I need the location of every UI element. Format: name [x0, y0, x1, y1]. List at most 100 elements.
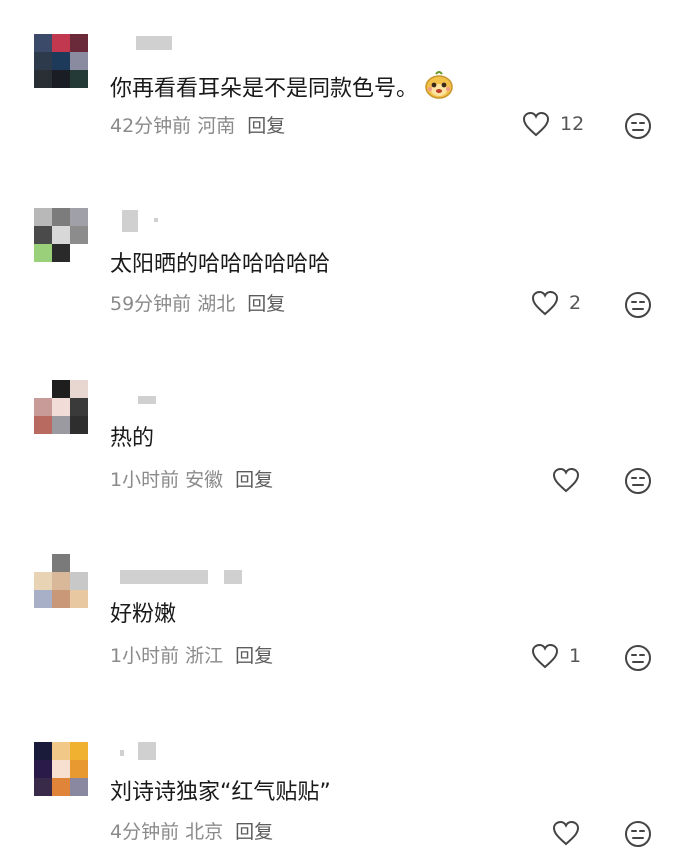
avatar-pixel — [34, 244, 52, 262]
avatar-pixel — [70, 52, 88, 70]
avatar-pixel — [70, 208, 88, 226]
heart-icon — [531, 290, 559, 316]
avatar-pixel — [70, 554, 88, 572]
avatar-pixel — [70, 244, 88, 262]
avatar-pixel — [70, 34, 88, 52]
smiling-face-emoji-icon — [424, 70, 454, 109]
avatar[interactable] — [34, 554, 88, 608]
reply-button[interactable]: 回复 — [235, 645, 273, 667]
avatar-pixel — [52, 742, 70, 760]
comment-location: 北京 — [185, 821, 224, 843]
comment-time: 59分钟前 — [110, 293, 192, 315]
comment-meta: 59分钟前 湖北 回复 — [110, 292, 285, 316]
comment-text: 热的 — [110, 426, 155, 451]
heart-icon — [552, 820, 580, 846]
comment-time: 42分钟前 — [110, 115, 192, 137]
avatar-pixel — [34, 208, 52, 226]
avatar-pixel — [52, 70, 70, 88]
heart-icon — [531, 643, 559, 669]
avatar-pixel — [34, 778, 52, 796]
like-count: 1 — [569, 645, 582, 667]
expressionless-face-icon[interactable] — [624, 820, 652, 848]
avatar-pixel — [70, 572, 88, 590]
avatar-pixel — [52, 760, 70, 778]
comment-meta: 1小时前 浙江 回复 — [110, 644, 273, 668]
expressionless-face-icon[interactable] — [624, 644, 652, 672]
comment-item: 刘诗诗独家“红气贴贴” 4分钟前 北京 回复 — [0, 704, 690, 863]
comment-location: 湖北 — [197, 293, 236, 315]
comment-text-row: 好粉嫩 — [110, 600, 176, 630]
comment-item: 太阳晒的哈哈哈哈哈哈 59分钟前 湖北 回复 2 — [0, 176, 690, 352]
avatar-pixel — [70, 70, 88, 88]
avatar-pixel — [70, 226, 88, 244]
like-count: 12 — [560, 113, 585, 135]
expressionless-face-icon[interactable] — [624, 291, 652, 319]
avatar-pixel — [52, 208, 70, 226]
like-count: 2 — [569, 292, 582, 314]
avatar-pixel — [34, 398, 52, 416]
avatar-pixel — [52, 554, 70, 572]
avatar[interactable] — [34, 742, 88, 796]
comment-location: 浙江 — [185, 645, 224, 667]
like-button[interactable]: 12 — [522, 111, 584, 137]
avatar-pixel — [70, 590, 88, 608]
avatar[interactable] — [34, 34, 88, 88]
avatar-pixel — [34, 52, 52, 70]
avatar-pixel — [70, 416, 88, 434]
comment-location: 安徽 — [185, 469, 224, 491]
comment-text: 太阳晒的哈哈哈哈哈哈 — [110, 252, 331, 277]
expressionless-face-icon[interactable] — [624, 112, 652, 140]
avatar-pixel — [34, 226, 52, 244]
comment-meta: 4分钟前 北京 回复 — [110, 820, 273, 844]
avatar-pixel — [52, 572, 70, 590]
avatar-pixel — [52, 226, 70, 244]
avatar-pixel — [52, 416, 70, 434]
avatar-pixel — [52, 52, 70, 70]
avatar-pixel — [70, 778, 88, 796]
like-button[interactable]: 1 — [531, 643, 581, 669]
avatar-pixel — [52, 244, 70, 262]
comment-text-row: 热的 — [110, 424, 154, 454]
avatar-pixel — [52, 34, 70, 52]
comment-meta: 42分钟前 河南 回复 — [110, 114, 285, 138]
expressionless-face-icon[interactable] — [624, 467, 652, 495]
comment-text: 好粉嫩 — [110, 602, 177, 627]
comment-time: 1小时前 — [110, 645, 180, 667]
avatar-pixel — [52, 380, 70, 398]
avatar-pixel — [52, 778, 70, 796]
avatar-pixel — [70, 760, 88, 778]
avatar[interactable] — [34, 380, 88, 434]
comment-text-row: 太阳晒的哈哈哈哈哈哈 — [110, 250, 330, 280]
comment-time: 4分钟前 — [110, 821, 180, 843]
avatar-pixel — [34, 554, 52, 572]
avatar-pixel — [34, 380, 52, 398]
avatar[interactable] — [34, 208, 88, 262]
like-button[interactable] — [552, 467, 590, 493]
avatar-pixel — [34, 34, 52, 52]
avatar-pixel — [52, 590, 70, 608]
reply-button[interactable]: 回复 — [235, 821, 273, 843]
reply-button[interactable]: 回复 — [235, 469, 273, 491]
avatar-pixel — [34, 760, 52, 778]
comment-item: 热的 1小时前 安徽 回复 — [0, 352, 690, 528]
comment-location: 河南 — [197, 115, 236, 137]
comment-text-row: 刘诗诗独家“红气贴贴” — [110, 778, 331, 808]
avatar-pixel — [34, 70, 52, 88]
comment-time: 1小时前 — [110, 469, 180, 491]
reply-button[interactable]: 回复 — [247, 115, 285, 137]
comment-meta: 1小时前 安徽 回复 — [110, 468, 273, 492]
avatar-pixel — [34, 742, 52, 760]
comment-item: 好粉嫩 1小时前 浙江 回复 1 — [0, 528, 690, 704]
reply-button[interactable]: 回复 — [247, 293, 285, 315]
heart-icon — [552, 467, 580, 493]
avatar-pixel — [34, 416, 52, 434]
comment-text-row: 你再看看耳朵是不是同款色号。 — [110, 70, 454, 109]
avatar-pixel — [70, 742, 88, 760]
avatar-pixel — [52, 398, 70, 416]
avatar-pixel — [70, 380, 88, 398]
like-button[interactable]: 2 — [531, 290, 581, 316]
avatar-pixel — [34, 590, 52, 608]
avatar-pixel — [70, 398, 88, 416]
heart-icon — [522, 111, 550, 137]
like-button[interactable] — [552, 820, 590, 846]
